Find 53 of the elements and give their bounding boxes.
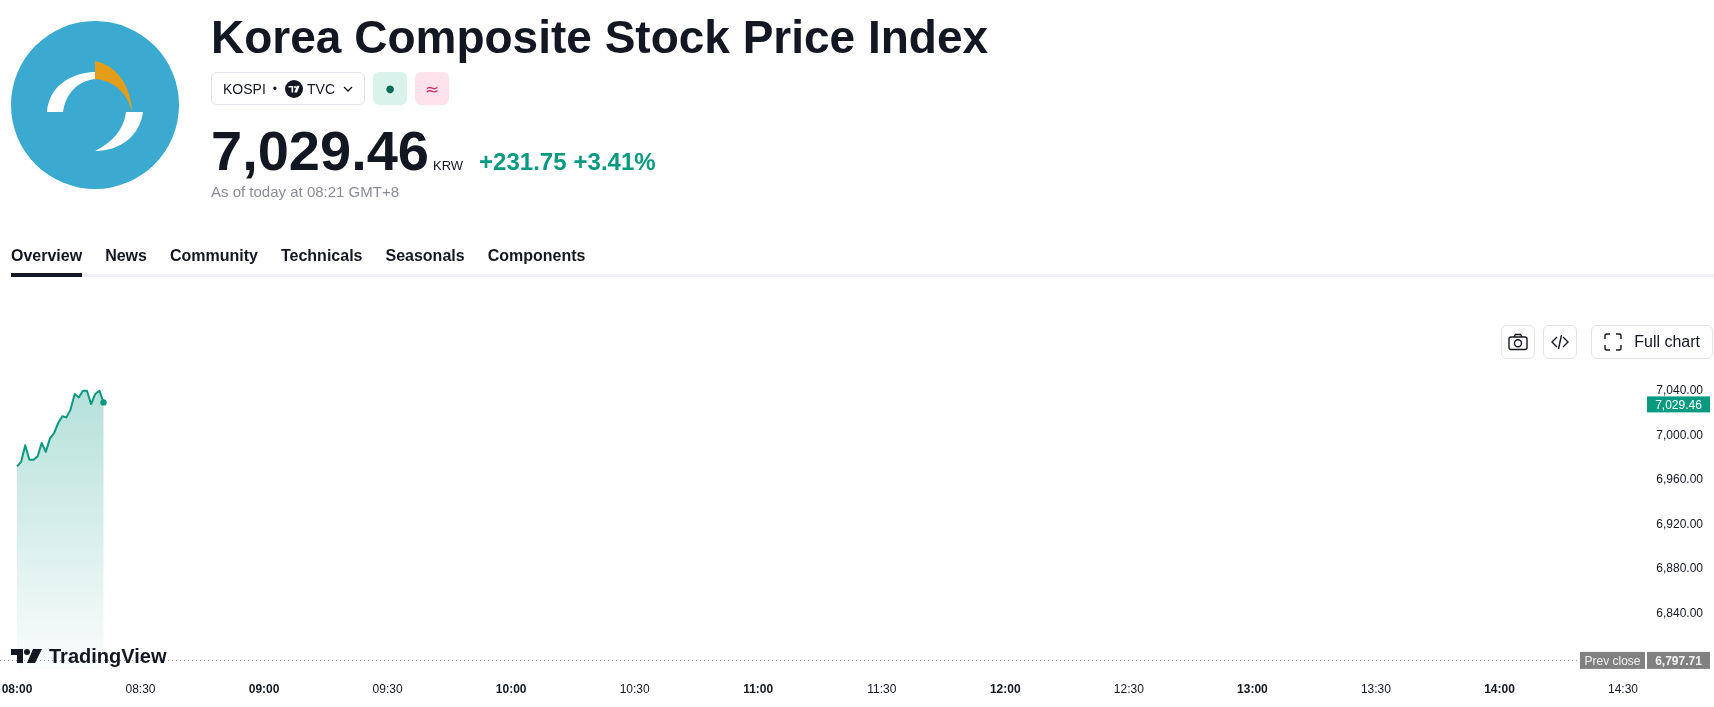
tab[interactable]: Technicals [280, 246, 363, 277]
logo-wordmark[interactable]: TradingView [49, 645, 167, 667]
price-axis-label: 6,920.00 [1656, 516, 1703, 531]
tab[interactable]: Overview [11, 246, 83, 277]
prev-close-title-label: Prev close [1580, 651, 1645, 669]
time-axis-label: 08:30 [125, 682, 156, 696]
last-price-label: 7,029.46 [1647, 396, 1710, 413]
time-axis-label: 09:00 [248, 682, 280, 696]
y-tick-label: 6,797.71 [1655, 653, 1703, 668]
price-change: +231.75 [479, 148, 567, 176]
full-chart-button[interactable]: Full chart [1591, 325, 1713, 359]
code-icon [1550, 333, 1571, 351]
time-axis-label: 14:30 [1608, 682, 1638, 696]
price-axis-label: 6,880.00 [1656, 561, 1703, 576]
camera-icon [1508, 333, 1529, 351]
fullscreen-icon [1604, 333, 1623, 351]
chevron-down-icon [343, 85, 353, 92]
time-axis-label: 11:00 [743, 682, 774, 696]
time-axis-label: 12:00 [989, 682, 1021, 696]
prev-close-value-label: 6,797.71 [1647, 651, 1710, 669]
embed-code-button[interactable] [1543, 325, 1578, 359]
time-axis-label: 11:30 [867, 682, 897, 696]
logo-mark-icon[interactable] [11, 649, 42, 663]
time-axis-label: 13:00 [1237, 682, 1268, 696]
time-axis-label: 14:00 [1484, 682, 1515, 696]
ref-line-label: Prev close [1584, 653, 1641, 668]
price-timestamp: As of today at 08:21 GMT+8 [211, 182, 401, 202]
currency-code: KRW [433, 158, 464, 173]
y-tick-label: 7,029.46 [1655, 397, 1703, 412]
index-title: Korea Composite Stock Price Index [211, 11, 989, 63]
symbol-exchange-dropdown[interactable]: KOSPI • TVC [211, 72, 365, 105]
time-axis-label: 12:30 [1113, 682, 1144, 696]
tab[interactable]: Components [487, 246, 586, 277]
circle-logo-icon [11, 21, 179, 189]
price-axis-label: 7,000.00 [1656, 427, 1703, 442]
time-axis-label: 10:30 [619, 682, 650, 696]
price-axis-label: 6,840.00 [1656, 605, 1703, 620]
tab[interactable]: News [105, 246, 147, 277]
time-axis-label: 13:30 [1360, 682, 1391, 696]
tab[interactable]: Community [169, 246, 258, 277]
price-axis-label: 7,040.00 [1656, 383, 1703, 398]
time-axis-label: 09:30 [372, 682, 403, 696]
price-axis-label: 6,960.00 [1656, 472, 1703, 487]
last-price: 7,029.46 [211, 121, 429, 181]
delay-badge[interactable]: ≈ [415, 72, 449, 105]
tab[interactable]: Seasonals [385, 246, 465, 277]
price-change-percent: +3.41% [573, 148, 656, 176]
time-axis-label: 10:00 [495, 682, 527, 696]
snapshot-button[interactable] [1501, 325, 1536, 359]
exchange-logo-icon [285, 79, 303, 98]
time-axis-label: 08:00 [1, 682, 33, 696]
last-point-marker [100, 399, 107, 406]
market-status-badge[interactable]: ● [373, 72, 407, 105]
